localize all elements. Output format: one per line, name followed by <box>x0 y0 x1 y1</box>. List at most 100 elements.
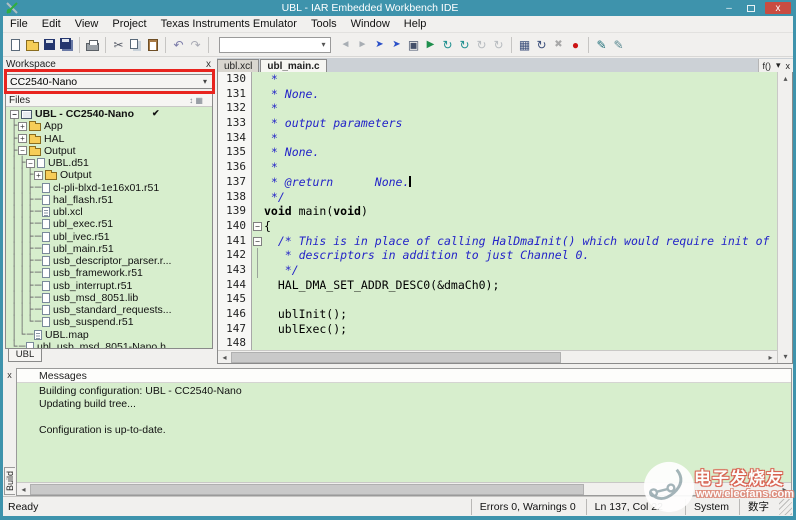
line-number[interactable]: 137 <box>218 175 252 190</box>
line-number[interactable]: 139 <box>218 204 252 219</box>
code-editor-area[interactable]: 130 *131 * None.132 *133 * output parame… <box>218 72 777 350</box>
fold-margin[interactable]: − <box>252 219 264 234</box>
toggle-breakpoint-icon[interactable]: ● <box>567 36 584 54</box>
workspace-tab-ubl[interactable]: UBL <box>8 349 42 362</box>
tree-expander-icon[interactable]: + <box>18 122 27 131</box>
watch-window-icon[interactable]: ▣ <box>405 36 422 54</box>
fold-margin[interactable] <box>252 101 264 116</box>
build-hscroll-thumb[interactable] <box>30 484 584 495</box>
fold-margin[interactable] <box>252 160 264 175</box>
step-over-icon[interactable]: ↻ <box>439 36 456 54</box>
print-icon[interactable] <box>84 36 101 54</box>
tree-expander-icon[interactable]: − <box>26 159 35 168</box>
tree-item-ubl-d51[interactable]: │├−UBL.d51 <box>6 157 212 169</box>
go-to-bookmark-icon[interactable]: ➤ <box>371 36 388 54</box>
navigate-backward-icon[interactable]: ◄ <box>337 36 354 54</box>
paste-icon[interactable] <box>144 36 161 54</box>
rebuild-all-icon[interactable]: ↻ <box>533 36 550 54</box>
line-number[interactable]: 146 <box>218 307 252 322</box>
scroll-up-icon[interactable]: ▴ <box>778 72 793 85</box>
editor-tab-ubl-xcl[interactable]: ubl.xcl <box>217 59 259 72</box>
fold-margin[interactable]: − <box>252 234 264 249</box>
download-and-debug-icon[interactable]: ✎ <box>593 36 610 54</box>
scroll-right-icon[interactable]: ▸ <box>764 353 777 362</box>
code-text[interactable]: */ <box>264 190 777 205</box>
maximize-button[interactable] <box>743 2 759 14</box>
line-number[interactable]: 130 <box>218 72 252 87</box>
editor-close-icon[interactable]: x <box>786 61 791 71</box>
code-text[interactable]: ublExec(); <box>264 322 777 337</box>
tree-expander-icon[interactable]: − <box>18 146 27 155</box>
go-to-function-button[interactable]: f() <box>762 61 771 71</box>
code-text[interactable]: * descriptors in addition to just Channe… <box>264 248 777 263</box>
build-scroll-right-icon[interactable]: ▸ <box>778 485 791 494</box>
code-text[interactable]: * None. <box>264 145 777 160</box>
step-out-icon[interactable]: ↻ <box>473 36 490 54</box>
step-into-icon[interactable]: ↻ <box>456 36 473 54</box>
fold-margin[interactable] <box>252 263 264 278</box>
line-number[interactable]: 134 <box>218 131 252 146</box>
line-number[interactable]: 142 <box>218 248 252 263</box>
scroll-left-icon[interactable]: ◂ <box>218 353 231 362</box>
fold-margin[interactable] <box>252 116 264 131</box>
code-text[interactable]: */ <box>264 263 777 278</box>
tree-expander-icon[interactable]: + <box>34 171 43 180</box>
workspace-file-tree[interactable]: −UBL - CC2540-Nano✔├+App├+HAL├−Output│├−… <box>6 107 212 348</box>
fold-margin[interactable] <box>252 204 264 219</box>
menu-item-tools[interactable]: Tools <box>304 18 344 30</box>
fold-margin[interactable] <box>252 131 264 146</box>
fold-margin[interactable] <box>252 336 264 350</box>
toggle-bookmark-icon[interactable]: ➤ <box>388 36 405 54</box>
line-number[interactable]: 144 <box>218 278 252 293</box>
code-text[interactable]: { <box>264 219 777 234</box>
line-number[interactable]: 147 <box>218 322 252 337</box>
copy-icon[interactable] <box>127 36 144 54</box>
editor-vertical-scrollbar[interactable]: ▴ ▾ <box>777 72 792 363</box>
menu-item-texas-instruments-emulator[interactable]: Texas Instruments Emulator <box>154 18 304 30</box>
code-text[interactable]: /* This is in place of calling HalDmaIni… <box>264 234 777 249</box>
debug-without-downloading-icon[interactable]: ✎ <box>610 36 627 54</box>
code-text[interactable] <box>264 336 777 350</box>
code-text[interactable]: void main(void) <box>264 204 777 219</box>
line-number[interactable]: 141 <box>218 234 252 249</box>
file-order-icon[interactable]: ↕ ▦ <box>183 96 209 105</box>
make-icon[interactable]: ▦ <box>516 36 533 54</box>
code-text[interactable]: * <box>264 131 777 146</box>
undo-icon[interactable]: ↶ <box>170 36 187 54</box>
code-text[interactable]: * @return None. <box>264 175 777 190</box>
tree-item-ubl-exec-r51[interactable]: ││├─ubl_exec.r51 <box>6 218 212 230</box>
fold-collapse-icon[interactable]: − <box>253 237 262 246</box>
code-text[interactable] <box>264 292 777 307</box>
tree-expander-icon[interactable]: + <box>18 134 27 143</box>
quick-search-combo[interactable]: ▾ <box>219 37 331 53</box>
menu-item-file[interactable]: File <box>3 18 35 30</box>
build-scroll-left-icon[interactable]: ◂ <box>17 485 30 494</box>
editor-horizontal-scrollbar[interactable]: ◂ ▸ <box>218 350 777 363</box>
run-icon[interactable]: ↻ <box>490 36 507 54</box>
build-tab[interactable]: Build <box>4 467 15 495</box>
fold-margin[interactable] <box>252 322 264 337</box>
line-number[interactable]: 135 <box>218 145 252 160</box>
save-all-icon[interactable] <box>58 36 75 54</box>
line-number[interactable]: 132 <box>218 101 252 116</box>
redo-icon[interactable]: ↷ <box>187 36 204 54</box>
code-text[interactable]: HAL_DMA_SET_ADDR_DESC0(&dmaCh0); <box>264 278 777 293</box>
open-file-icon[interactable] <box>24 36 41 54</box>
stop-build-icon[interactable]: ✖ <box>550 36 567 54</box>
tree-item-cl-pli-blxd-1e16x01-r51[interactable]: ││├─cl-pli-blxd-1e16x01.r51 <box>6 182 212 194</box>
fold-margin[interactable] <box>252 248 264 263</box>
code-text[interactable]: * <box>264 72 777 87</box>
line-number[interactable]: 145 <box>218 292 252 307</box>
fold-margin[interactable] <box>252 190 264 205</box>
editor-tab-ubl-main-c[interactable]: ubl_main.c <box>260 59 326 72</box>
menu-item-help[interactable]: Help <box>397 18 434 30</box>
code-text[interactable]: * <box>264 101 777 116</box>
fold-margin[interactable] <box>252 87 264 102</box>
line-number[interactable]: 138 <box>218 190 252 205</box>
cut-icon[interactable]: ✂ <box>110 36 127 54</box>
build-horizontal-scrollbar[interactable]: ◂ ▸ <box>17 482 791 495</box>
menu-item-window[interactable]: Window <box>344 18 397 30</box>
tree-item-usb-framework-r51[interactable]: ││├─usb_framework.r51 <box>6 267 212 279</box>
fold-margin[interactable] <box>252 307 264 322</box>
resize-grip[interactable] <box>779 499 792 515</box>
